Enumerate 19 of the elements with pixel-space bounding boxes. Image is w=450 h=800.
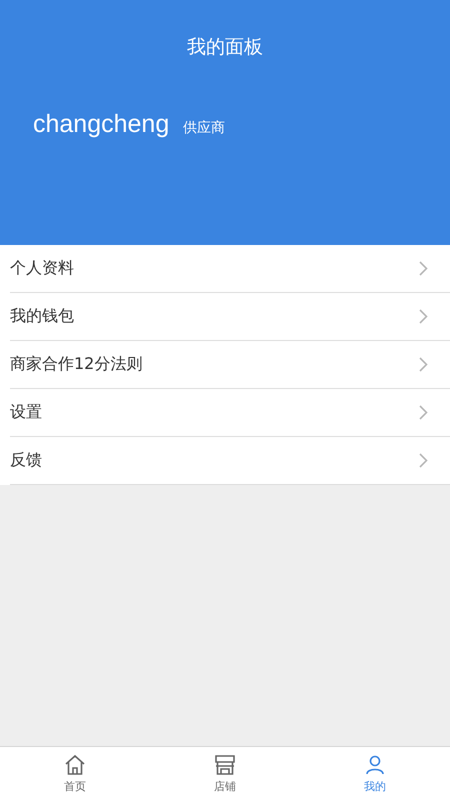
chevron-icon — [419, 261, 428, 276]
menu-item[interactable]: 设置 — [10, 389, 450, 437]
menu-item[interactable]: 我的钱包 — [10, 293, 450, 341]
page-title: 我的面板 — [186, 35, 264, 60]
username: changcheng — [33, 110, 170, 139]
menu-item[interactable]: 商家合作12分法则 — [10, 341, 450, 389]
house-icon — [64, 754, 86, 776]
tab[interactable]: 店铺 — [150, 747, 300, 800]
chevron-icon — [419, 453, 428, 468]
chevron-icon — [419, 309, 428, 324]
tab[interactable]: 首页 — [0, 747, 150, 800]
menu-item[interactable]: 个人资料 — [10, 245, 450, 293]
chevron-icon — [419, 405, 428, 420]
tab[interactable]: 我的 — [300, 747, 450, 800]
chevron-icon — [419, 357, 428, 372]
person-icon — [364, 754, 386, 776]
storefront-icon — [214, 754, 236, 776]
user-role: 供应商 — [183, 119, 226, 137]
menu-item[interactable]: 反馈 — [10, 437, 450, 485]
